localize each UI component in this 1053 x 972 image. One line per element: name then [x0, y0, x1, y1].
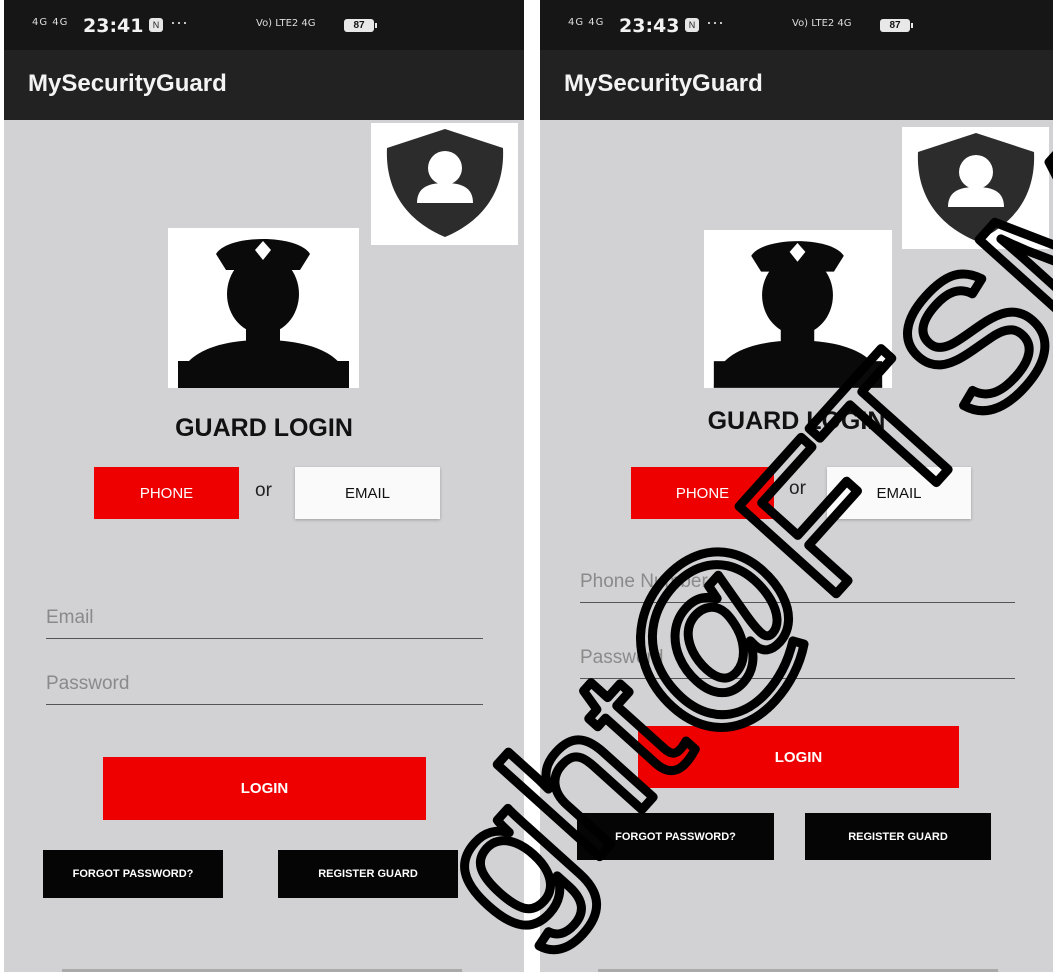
forgot-password-button[interactable]: FORGOT PASSWORD? [577, 813, 774, 860]
screen-phone-login: 4G 4G 23:43 N ··· Vo) LTE2 4G 87 MySecur… [540, 0, 1053, 972]
shield-user-icon [371, 123, 518, 245]
battery-icon: 87 [344, 19, 377, 32]
password-field[interactable] [580, 638, 1015, 679]
app-title: MySecurityGuard [28, 70, 227, 97]
shield-user-icon [902, 127, 1049, 249]
security-guard-icon [704, 230, 892, 388]
phone-tab-button[interactable]: PHONE [94, 467, 239, 519]
signal-icon: 4G 4G [568, 17, 605, 28]
signal-icon: 4G 4G [32, 17, 69, 28]
network-indicator: Vo) LTE2 4G [792, 18, 852, 29]
register-guard-button[interactable]: REGISTER GUARD [805, 813, 991, 860]
page-heading: GUARD LOGIN [707, 407, 886, 435]
phone-number-field[interactable] [580, 562, 1015, 603]
more-notifications-icon: ··· [706, 12, 724, 32]
screen-email-login: 4G 4G 23:41 N ··· Vo) LTE2 4G 87 MySecur… [4, 0, 524, 972]
status-bar: 4G 4G 23:43 N ··· Vo) LTE2 4G 87 [540, 0, 1053, 50]
email-input[interactable] [46, 598, 483, 638]
email-field[interactable] [46, 598, 483, 639]
password-input[interactable] [46, 664, 483, 704]
notification-icon: N [149, 18, 163, 32]
notification-icon: N [685, 18, 699, 32]
password-input[interactable] [580, 638, 1015, 678]
forgot-password-button[interactable]: FORGOT PASSWORD? [43, 850, 223, 898]
register-guard-button[interactable]: REGISTER GUARD [278, 850, 458, 898]
status-time: 23:41 [83, 15, 144, 37]
security-guard-icon [168, 228, 359, 388]
battery-icon: 87 [880, 19, 913, 32]
page-heading: GUARD LOGIN [175, 414, 353, 442]
status-time: 23:43 [619, 15, 680, 37]
login-button[interactable]: LOGIN [103, 757, 426, 820]
phone-number-input[interactable] [580, 562, 1015, 602]
login-button[interactable]: LOGIN [638, 726, 959, 788]
app-title: MySecurityGuard [564, 70, 763, 97]
app-bar: MySecurityGuard [4, 50, 524, 120]
or-separator: or [789, 478, 806, 499]
app-bar: MySecurityGuard [540, 50, 1053, 120]
status-bar: 4G 4G 23:41 N ··· Vo) LTE2 4G 87 [4, 0, 524, 50]
phone-tab-button[interactable]: PHONE [631, 467, 774, 519]
more-notifications-icon: ··· [170, 12, 188, 32]
network-indicator: Vo) LTE2 4G [256, 18, 316, 29]
password-field[interactable] [46, 664, 483, 705]
email-tab-button[interactable]: EMAIL [827, 467, 971, 519]
email-tab-button[interactable]: EMAIL [295, 467, 440, 519]
or-separator: or [255, 480, 272, 501]
